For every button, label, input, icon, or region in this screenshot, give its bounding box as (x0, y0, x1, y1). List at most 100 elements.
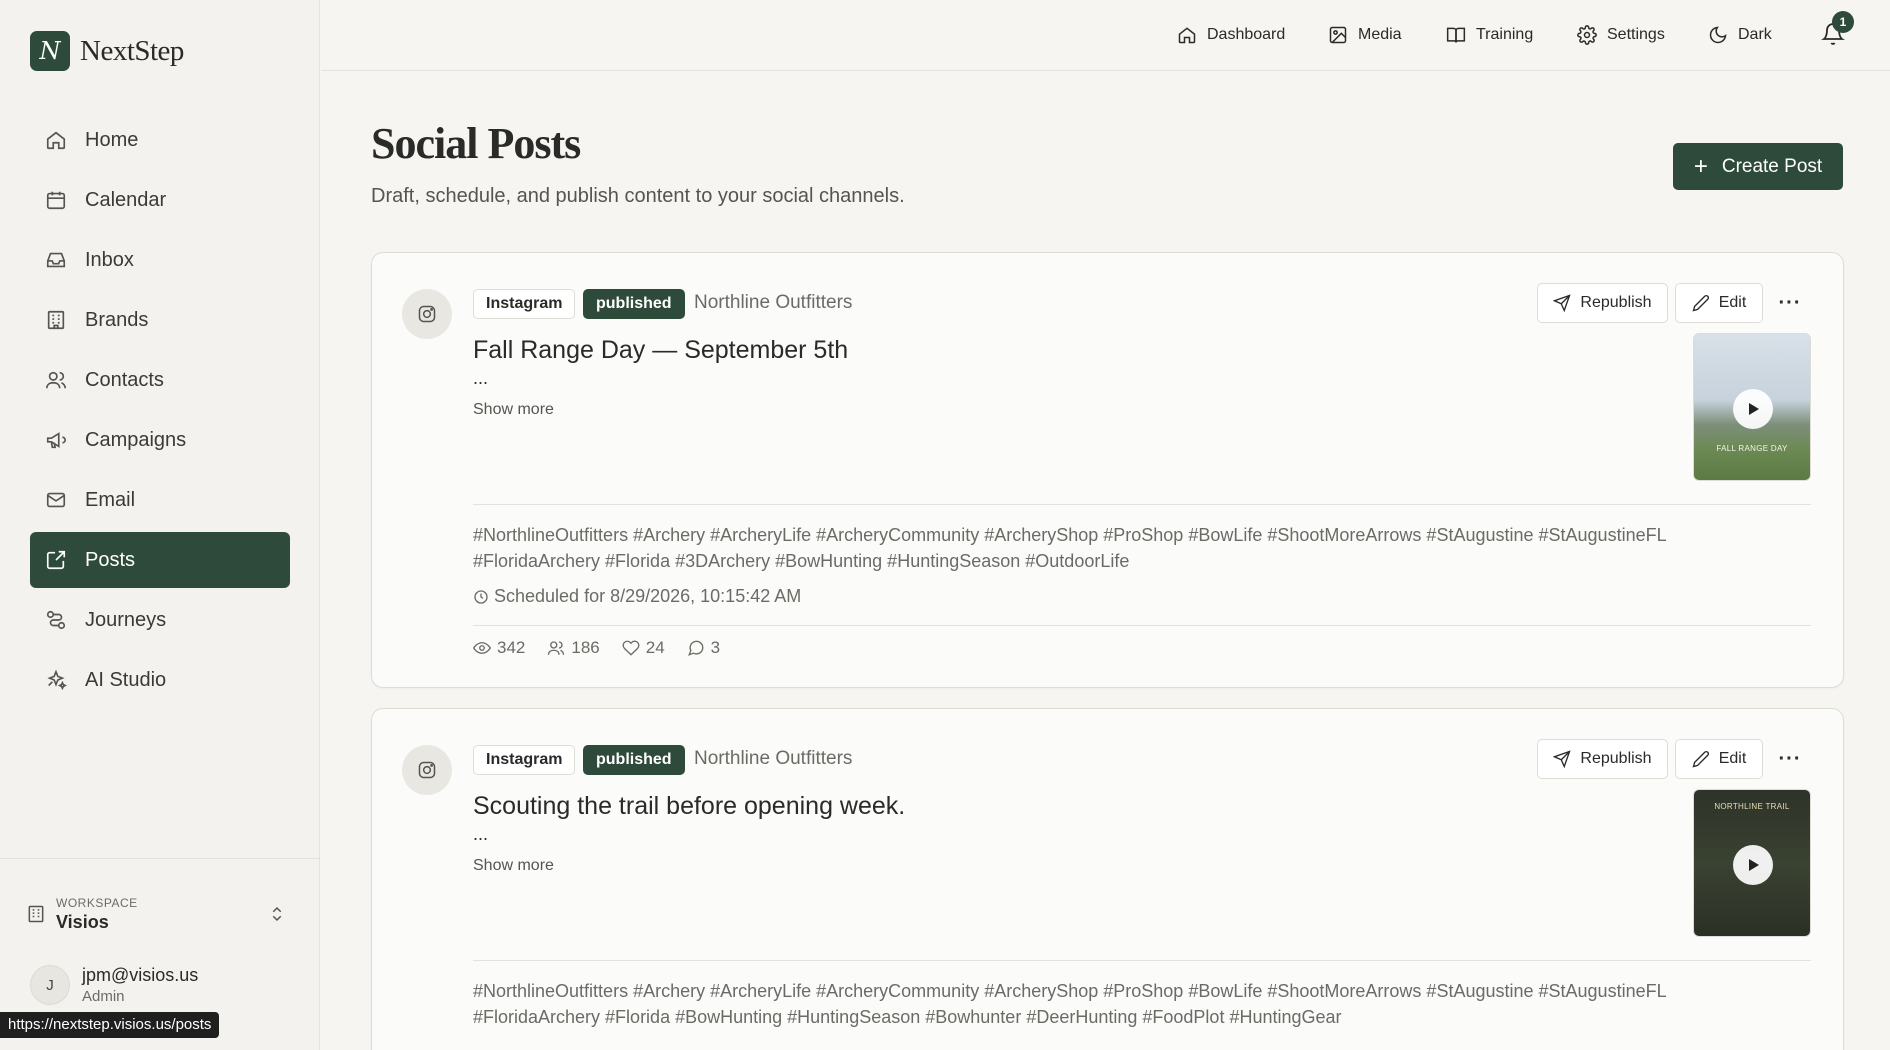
workspace-label: WORKSPACE (56, 895, 138, 910)
app-name: NextStep (80, 34, 184, 67)
sidebar-item-label: Contacts (85, 368, 164, 391)
heart-icon (622, 640, 640, 656)
sidebar: N NextStep Home Calendar Inbox Brands Co… (0, 0, 320, 1050)
media-thumbnail[interactable]: NORTHLINE TRAIL (1693, 789, 1811, 937)
inbox-icon (46, 252, 66, 268)
likes-stat: 24 (622, 638, 665, 658)
post-excerpt: ... (473, 368, 489, 388)
brand-name: Northline Outfitters (694, 748, 853, 769)
show-more-link[interactable]: Show more (473, 857, 554, 875)
status-badge: published (583, 289, 685, 319)
page-subtitle: Draft, schedule, and publish content to … (371, 185, 905, 207)
image-icon (1329, 26, 1347, 44)
book-icon (1446, 27, 1466, 43)
platform-tag: Instagram (473, 289, 576, 319)
republish-button[interactable]: Republish (1537, 283, 1668, 323)
status-badge: published (583, 745, 685, 775)
nav-settings-label: Settings (1607, 26, 1665, 43)
sidebar-item-label: AI Studio (85, 668, 167, 691)
sidebar-item-calendar[interactable]: Calendar (30, 172, 290, 228)
views-count: 342 (497, 638, 526, 657)
status-bar-url: https://nextstep.visios.us/posts (0, 1012, 220, 1038)
divider (473, 960, 1811, 961)
create-post-button[interactable]: + Create Post (1673, 143, 1843, 190)
post-excerpt: ... (473, 824, 489, 844)
republish-label: Republish (1580, 294, 1652, 311)
show-more-link[interactable]: Show more (473, 401, 554, 419)
logo-mark: N (30, 31, 70, 71)
mail-icon (46, 492, 66, 508)
play-icon (1733, 845, 1773, 885)
nav-dashboard-label: Dashboard (1207, 26, 1286, 43)
post-title: Fall Range Day — September 5th (473, 336, 849, 364)
instagram-icon (402, 289, 452, 339)
brand-name: Northline Outfitters (694, 292, 853, 313)
clock-icon (474, 589, 488, 604)
sidebar-item-email[interactable]: Email (30, 472, 290, 528)
reach-count: 186 (571, 638, 600, 657)
building-icon (28, 905, 44, 923)
platform-tag: Instagram (473, 745, 576, 775)
post-stats: 342 186 24 3 (473, 638, 742, 658)
more-options-icon[interactable]: ··· (1772, 739, 1808, 779)
create-post-label: Create Post (1721, 155, 1823, 177)
edit-button[interactable]: Edit (1675, 739, 1763, 779)
sidebar-item-inbox[interactable]: Inbox (30, 232, 290, 288)
comments-count: 3 (710, 638, 721, 657)
edit-label: Edit (1718, 750, 1747, 767)
calendar-icon (46, 191, 66, 210)
sidebar-item-home[interactable]: Home (30, 112, 290, 168)
sparkles-icon (47, 669, 67, 691)
sidebar-item-label: Campaigns (85, 428, 187, 451)
sidebar-item-label: Inbox (85, 248, 134, 271)
republish-button[interactable]: Republish (1537, 739, 1668, 779)
megaphone-icon (46, 432, 66, 449)
gear-icon (1577, 25, 1597, 45)
instagram-icon (402, 745, 452, 795)
sidebar-item-contacts[interactable]: Contacts (30, 352, 290, 408)
sidebar-item-journeys[interactable]: Journeys (30, 592, 290, 648)
media-thumbnail[interactable]: FALL RANGE DAY (1693, 333, 1811, 481)
comment-icon (687, 640, 704, 656)
republish-label: Republish (1580, 750, 1652, 767)
theme-toggle[interactable]: Dark (1708, 23, 1772, 47)
thumbnail-caption: NORTHLINE TRAIL (1714, 802, 1790, 811)
eye-icon (473, 642, 491, 654)
divider (473, 504, 1811, 505)
nav-settings[interactable]: Settings (1577, 23, 1665, 47)
home-icon (1178, 27, 1196, 44)
theme-toggle-label: Dark (1738, 26, 1772, 43)
chevron-up-down-icon (272, 906, 282, 922)
sidebar-divider (0, 858, 320, 859)
thumbnail-caption: FALL RANGE DAY (1716, 444, 1788, 453)
sidebar-item-brands[interactable]: Brands (30, 292, 290, 348)
reach-stat: 186 (547, 638, 600, 658)
nav-media[interactable]: Media (1328, 23, 1402, 47)
post-card: Instagram published Northline Outfitters… (371, 708, 1844, 1050)
edit-button[interactable]: Edit (1675, 283, 1763, 323)
moon-icon (1709, 26, 1727, 44)
nav-training[interactable]: Training (1446, 23, 1533, 47)
user-role: Admin (82, 988, 125, 1005)
users-icon (46, 371, 66, 389)
post-hashtags: #NorthlineOutfitters #Archery #ArcheryLi… (473, 525, 1666, 571)
sidebar-item-label: Calendar (85, 188, 167, 211)
divider (473, 625, 1811, 626)
likes-count: 24 (645, 638, 665, 657)
sidebar-item-campaigns[interactable]: Campaigns (30, 412, 290, 468)
sidebar-item-posts[interactable]: Posts (30, 532, 290, 588)
workspace-switcher[interactable]: WORKSPACE Visios (26, 892, 286, 936)
workspace-name: Visios (56, 911, 109, 932)
more-options-icon[interactable]: ··· (1772, 283, 1808, 323)
sidebar-item-ai-studio[interactable]: AI Studio (30, 652, 290, 708)
sidebar-item-label: Home (85, 128, 139, 151)
home-icon (46, 131, 66, 150)
pencil-icon (1692, 751, 1709, 768)
user-email: jpm@visios.us (82, 965, 199, 985)
comments-stat: 3 (687, 638, 720, 658)
notification-badge: 1 (1832, 11, 1854, 33)
user-menu[interactable]: J jpm@visios.us Admin (30, 965, 198, 1005)
building-icon (47, 310, 65, 330)
app-logo[interactable]: N NextStep (30, 31, 184, 71)
nav-dashboard[interactable]: Dashboard (1177, 23, 1285, 47)
